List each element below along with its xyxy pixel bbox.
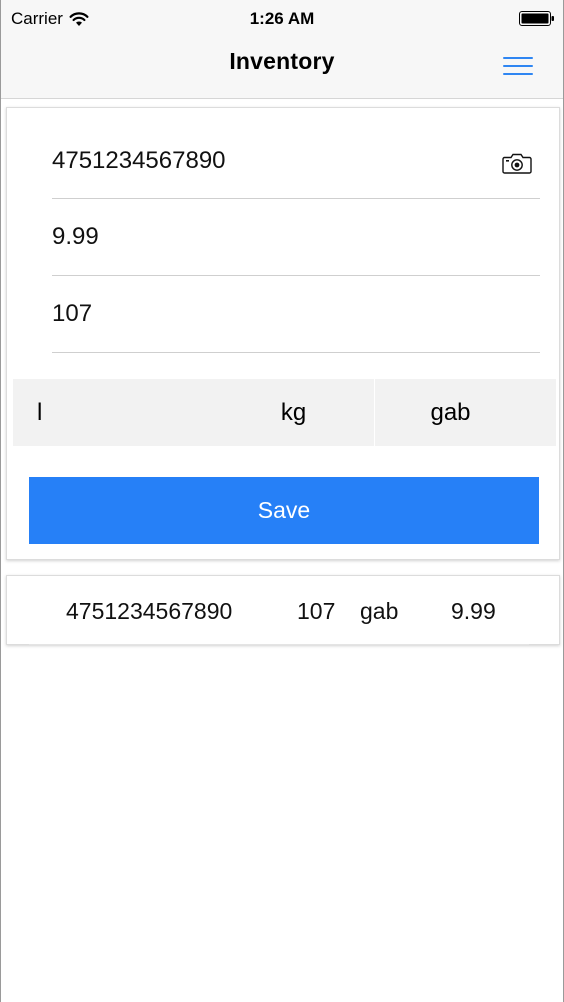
battery-icon: [519, 11, 554, 26]
list-divider: [29, 644, 529, 645]
hamburger-menu-icon[interactable]: [501, 54, 535, 78]
status-time: 1:26 AM: [249, 9, 315, 28]
item-price: 9.99: [451, 598, 496, 624]
unit-option-l[interactable]: l: [13, 379, 213, 446]
price-field: [52, 199, 540, 276]
item-barcode: 4751234567890: [66, 598, 233, 624]
top-area: Carrier 1:26 AM Inventory: [1, 0, 563, 99]
nav-bar: Inventory: [1, 38, 563, 98]
status-bar: Carrier 1:26 AM: [1, 0, 563, 38]
list-item[interactable]: 4751234567890 107 gab 9.99: [6, 575, 560, 645]
page-title: Inventory: [229, 48, 335, 74]
item-quantity: 107: [297, 598, 336, 624]
unit-option-kg[interactable]: kg: [213, 379, 374, 446]
inventory-form-card: l kg gab Save: [6, 107, 560, 560]
camera-icon[interactable]: [502, 152, 532, 174]
barcode-field: [52, 123, 540, 199]
save-button[interactable]: Save: [29, 477, 539, 544]
unit-option-gab[interactable]: gab: [374, 379, 556, 446]
unit-selector: l kg gab: [13, 379, 556, 446]
quantity-input[interactable]: [52, 276, 492, 352]
barcode-input[interactable]: [52, 123, 492, 199]
item-unit: gab: [360, 598, 399, 624]
quantity-field: [52, 276, 540, 353]
app-screen: Carrier 1:26 AM Inventory 4751234567890 …: [0, 0, 564, 1002]
price-input[interactable]: [52, 199, 492, 275]
